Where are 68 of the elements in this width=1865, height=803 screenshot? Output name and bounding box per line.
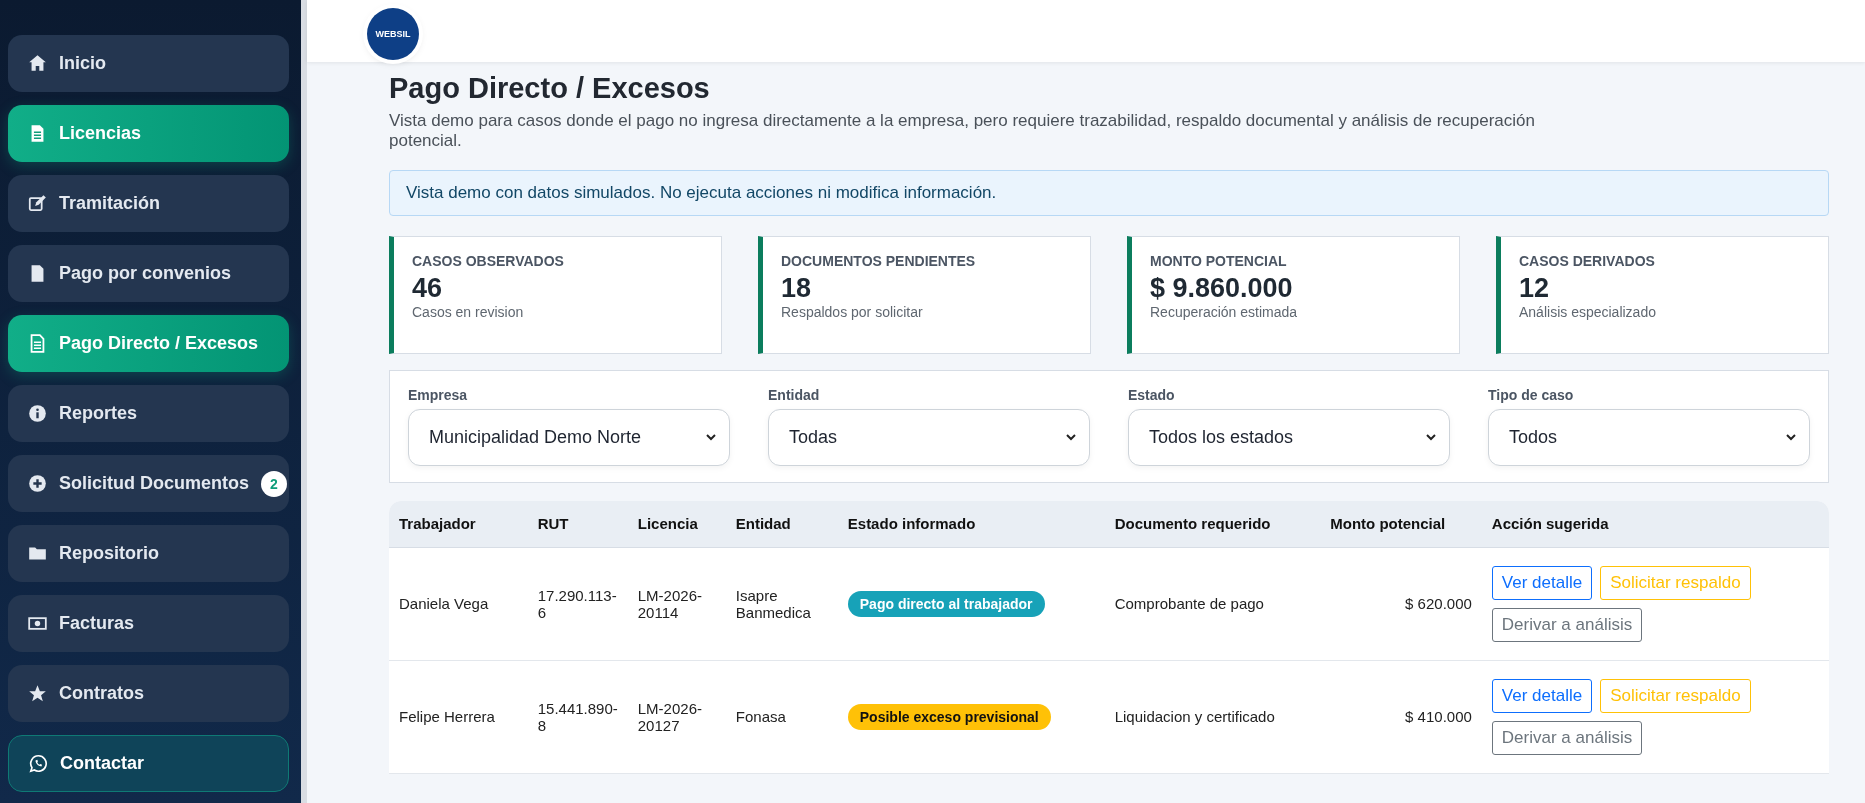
filter-dropdown[interactable]: Todas	[768, 408, 1090, 466]
column-header: Documento requerido	[1104, 500, 1321, 548]
sidebar-item[interactable]: Inicio	[8, 35, 289, 92]
stat-value: $ 9.860.000	[1150, 272, 1294, 304]
filter-label: Estado	[1128, 386, 1176, 403]
status-badge: Pago directo al trabajador	[847, 590, 1045, 617]
column-header: Trabajador	[389, 500, 528, 548]
sidebar-item[interactable]: Pago por convenios	[8, 245, 289, 302]
table-cell: $ 410.000	[1320, 660, 1482, 774]
column-header: RUT	[527, 500, 628, 548]
column-header: Estado informado	[837, 500, 1105, 548]
filter-label: Tipo de caso	[1488, 386, 1575, 403]
star-icon	[28, 684, 47, 703]
action-button[interactable]: Ver detalle	[1491, 678, 1593, 713]
stat-note: Recuperación estimada	[1150, 303, 1299, 320]
info-alert: Vista demo con datos simulados. No ejecuta acciones ni modifica información.	[389, 169, 1829, 216]
action-button[interactable]: Ver detalle	[1491, 565, 1593, 600]
stat-value: 46	[412, 272, 444, 304]
home-icon	[28, 54, 47, 73]
sidebar-item[interactable]: Reportes	[8, 385, 289, 442]
sidebar-item[interactable]: Contactar	[8, 735, 289, 792]
table-cell: 17.290.113-6	[527, 547, 628, 661]
action-button[interactable]: Derivar a análisis	[1491, 720, 1643, 755]
table-cell: 15.441.890-8	[527, 660, 628, 774]
action-button[interactable]: Derivar a análisis	[1491, 607, 1643, 642]
column-header: Licencia	[627, 500, 726, 548]
table-cell: Felipe Herrera	[389, 660, 528, 774]
table-cell: Daniela Vega	[389, 547, 528, 661]
status-badge: Posible exceso previsional	[847, 703, 1051, 730]
stat-label: CASOS OBSERVADOS	[412, 252, 565, 269]
sidebar-item[interactable]: Solicitud Documentos 2	[8, 455, 289, 512]
stat-label: CASOS DERIVADOS	[1519, 252, 1656, 269]
stat-value: 18	[781, 272, 813, 304]
page-title: Pago Directo / Excesos	[389, 72, 711, 105]
edit-icon	[28, 194, 47, 213]
count-badge: 2	[261, 470, 287, 497]
chat-icon	[29, 754, 48, 773]
document-icon	[28, 334, 47, 353]
column-header: Monto potencial	[1320, 500, 1482, 548]
sidebar-item[interactable]: Contratos	[8, 665, 289, 722]
stat-note: Análisis especializado	[1519, 303, 1657, 320]
sidebar-item[interactable]: Facturas	[8, 595, 289, 652]
plus-circle-icon	[28, 474, 47, 493]
info-icon	[28, 404, 47, 423]
stat-note: Respaldos por solicitar	[781, 303, 924, 320]
filter-label: Empresa	[408, 386, 469, 403]
filter-dropdown[interactable]: Municipalidad Demo Norte	[408, 408, 730, 466]
table-cell: $ 620.000	[1320, 547, 1482, 661]
page-description: Vista demo para casos donde el pago no ingresa directamente a la empresa, pero requiere trazabilidad, respaldo documental y análisis de recuperación potencial.	[389, 111, 1536, 152]
column-header: Acción sugerida	[1481, 500, 1829, 548]
column-header: Entidad	[725, 500, 838, 548]
table-cell: Liquidacion y certificado	[1104, 660, 1321, 774]
table-cell: LM-2026-20114	[627, 547, 726, 661]
filter-dropdown[interactable]: Todos los estados	[1128, 408, 1450, 466]
money-icon	[28, 614, 47, 633]
filter-label: Entidad	[768, 386, 821, 403]
logo: WEBSIL	[367, 8, 419, 60]
table-cell: Isapre Banmedica	[725, 547, 838, 661]
stat-value: 12	[1519, 272, 1551, 304]
table-cell: LM-2026-20127	[627, 660, 726, 774]
stat-label: MONTO POTENCIAL	[1150, 252, 1288, 269]
sidebar-item[interactable]: Repositorio	[8, 525, 289, 582]
table-cell: Fonasa	[725, 660, 838, 774]
filter-dropdown[interactable]: Todos	[1488, 408, 1810, 466]
sidebar-item[interactable]: Tramitación	[8, 175, 289, 232]
stat-label: DOCUMENTOS PENDIENTES	[781, 252, 977, 269]
table-cell: Comprobante de pago	[1104, 547, 1321, 661]
stat-note: Casos en revision	[412, 303, 525, 320]
